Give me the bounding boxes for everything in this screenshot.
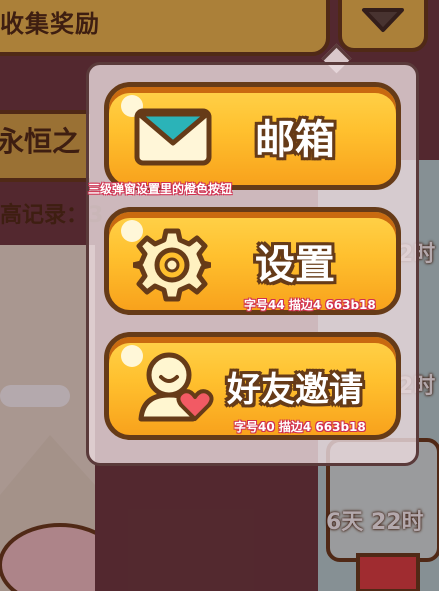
mailbox-label: 邮箱 [255, 117, 335, 163]
mailbox-button[interactable]: 邮箱 [104, 82, 401, 190]
invite-annotation: 字号40 描边4 663b18 [234, 420, 366, 434]
settings-annotation: 字号44 描边4 663b18 [244, 298, 376, 312]
envelope-icon [133, 103, 215, 169]
popup-annotation: 三级弹窗设置里的橙色按钮 [88, 182, 233, 196]
friend-heart-icon [135, 349, 219, 427]
gear-icon [133, 226, 211, 304]
